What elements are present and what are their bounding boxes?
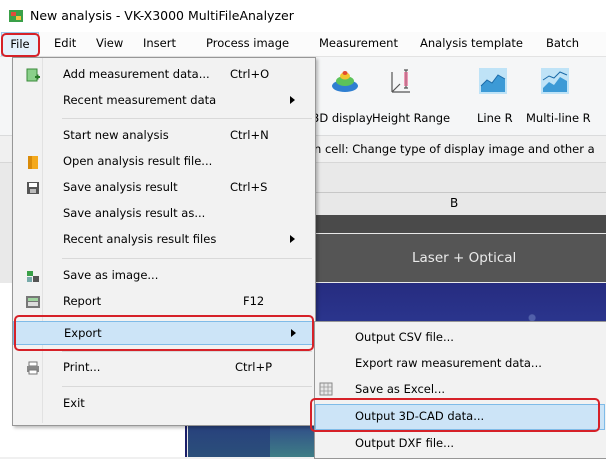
column-b-label[interactable]: B xyxy=(450,196,458,210)
menu-item-label: Output DXF file... xyxy=(355,436,455,450)
menu-separator xyxy=(62,386,312,387)
menu-item-report[interactable]: Report F12 xyxy=(13,290,313,314)
menu-item-print[interactable]: Print... Ctrl+P xyxy=(13,356,313,380)
menu-insert[interactable]: Insert xyxy=(143,32,176,55)
menu-process-image[interactable]: Process image xyxy=(206,32,289,55)
cell-header-bar xyxy=(270,215,606,233)
submenu-item-output-dxf[interactable]: Output DXF file... xyxy=(315,431,605,457)
column-header xyxy=(270,192,606,216)
menu-item-label: Print... xyxy=(63,360,101,374)
add-data-icon xyxy=(25,67,41,83)
report-icon xyxy=(25,294,41,310)
multi-line-roughness-icon[interactable] xyxy=(540,66,570,96)
menu-item-shortcut: Ctrl+N xyxy=(230,128,269,142)
menu-separator xyxy=(62,118,312,119)
menu-separator xyxy=(62,258,312,259)
menu-item-label: Open analysis result file... xyxy=(63,154,213,168)
cell-title: Laser + Optical xyxy=(412,250,517,266)
menu-item-shortcut: Ctrl+P xyxy=(235,360,273,374)
printer-icon xyxy=(25,360,41,376)
menu-item-label: Output CSV file... xyxy=(355,330,454,344)
menu-item-recent-measurement-data[interactable]: Recent measurement data xyxy=(13,89,313,113)
ribbon-label-height-range[interactable]: Height Range xyxy=(372,111,450,125)
menu-item-save-as-image[interactable]: Save as image... xyxy=(13,264,313,288)
menu-edit[interactable]: Edit xyxy=(54,32,76,55)
annotation-box-file xyxy=(1,33,40,57)
menu-item-add-measurement-data[interactable]: Add measurement data... Ctrl+O xyxy=(13,63,313,87)
menu-item-label: Export raw measurement data... xyxy=(355,356,542,370)
menu-item-label: Save as Excel... xyxy=(355,382,446,396)
menu-item-save-analysis-result[interactable]: Save analysis result Ctrl+S xyxy=(13,176,313,200)
menu-item-shortcut: Ctrl+O xyxy=(230,67,270,81)
window-title: New analysis - VK-X3000 MultiFileAnalyze… xyxy=(30,8,294,23)
menu-item-open-analysis-result[interactable]: Open analysis result file... xyxy=(13,150,313,174)
info-text: n cell: Change type of display image and… xyxy=(314,142,595,156)
menu-item-label: Recent measurement data xyxy=(63,93,217,107)
annotation-box-3d-cad xyxy=(310,398,600,432)
menu-analysis-template[interactable]: Analysis template xyxy=(420,32,523,55)
menu-item-label: Add measurement data... xyxy=(63,67,210,81)
submenu-arrow-icon xyxy=(290,96,295,104)
menu-item-label: Exit xyxy=(63,396,85,410)
menu-separator xyxy=(62,351,312,352)
menu-item-shortcut: Ctrl+S xyxy=(230,180,268,194)
save-icon xyxy=(25,180,41,196)
height-range-icon[interactable] xyxy=(386,66,416,96)
ribbon-label-multi-line-r[interactable]: Multi-line R xyxy=(526,111,591,125)
menu-item-label: Save analysis result as... xyxy=(63,206,206,220)
3d-display-icon[interactable] xyxy=(330,66,360,96)
excel-icon xyxy=(318,381,334,397)
menu-item-recent-analysis-result-files[interactable]: Recent analysis result files xyxy=(13,228,313,252)
line-roughness-icon[interactable] xyxy=(478,66,508,96)
app-icon xyxy=(8,8,24,24)
menu-item-label: Report xyxy=(63,294,102,308)
submenu-arrow-icon xyxy=(290,235,295,243)
menu-item-label: Save analysis result xyxy=(63,180,178,194)
menu-bar: File Edit View Insert Process image Meas… xyxy=(0,32,606,57)
menu-item-exit[interactable]: Exit xyxy=(13,392,313,416)
folder-icon xyxy=(25,154,41,170)
annotation-box-export xyxy=(14,315,314,351)
menu-item-label: Recent analysis result files xyxy=(63,232,217,246)
menu-item-shortcut: F12 xyxy=(243,294,265,308)
menu-batch[interactable]: Batch xyxy=(546,32,579,55)
menu-measurement[interactable]: Measurement xyxy=(319,32,398,55)
menu-item-start-new-analysis[interactable]: Start new analysis Ctrl+N xyxy=(13,124,313,148)
menu-item-label: Start new analysis xyxy=(63,128,169,142)
submenu-item-export-raw-data[interactable]: Export raw measurement data... xyxy=(315,351,605,377)
save-image-icon xyxy=(25,268,41,284)
ribbon-label-3d-display[interactable]: 3D display xyxy=(312,111,373,125)
menu-view[interactable]: View xyxy=(96,32,123,55)
ribbon-label-line-r[interactable]: Line R xyxy=(477,111,513,125)
menu-item-label: Save as image... xyxy=(63,268,159,282)
menu-item-save-analysis-result-as[interactable]: Save analysis result as... xyxy=(13,202,313,226)
submenu-item-output-csv[interactable]: Output CSV file... xyxy=(315,325,605,351)
